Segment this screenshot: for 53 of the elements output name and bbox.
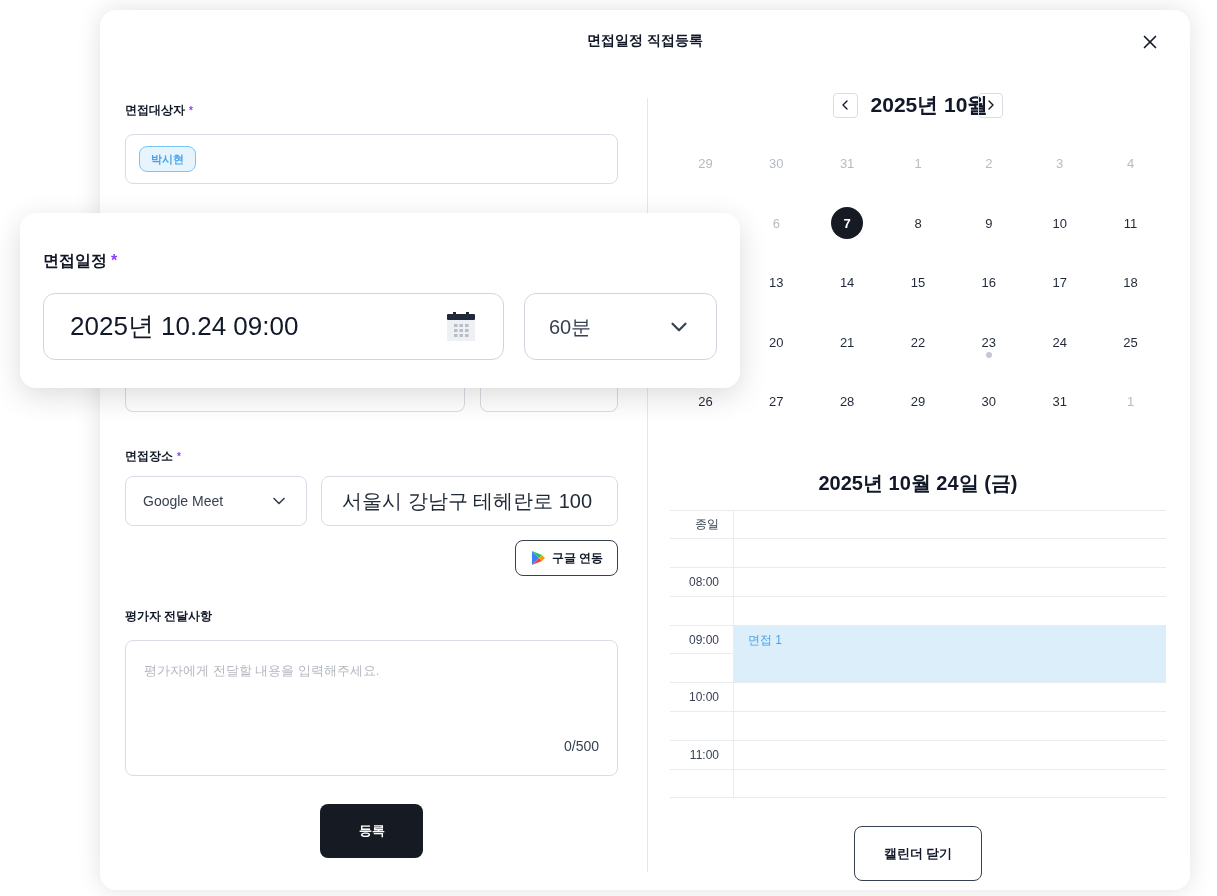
location-type-select[interactable]: Google Meet xyxy=(125,476,307,526)
field-label: 평가자 전달사항 xyxy=(125,608,213,625)
time-label: 종일 xyxy=(695,516,719,534)
previous-month-button[interactable] xyxy=(832,92,858,118)
calendar-day[interactable]: 26 xyxy=(698,392,713,412)
required-mark: * xyxy=(111,251,118,271)
time-label: 08:00 xyxy=(688,574,719,591)
address-field[interactable]: 서울시 강남구 테헤란로 100 xyxy=(321,476,618,526)
calendar-day[interactable]: 14 xyxy=(839,273,855,293)
memo-placeholder: 평가자에게 전달할 내용을 입력해주세요. xyxy=(144,662,381,680)
calendar-day[interactable]: 20 xyxy=(769,332,784,352)
field-label: 면접대상자 xyxy=(125,102,185,119)
calendar-day[interactable]: 31 xyxy=(1052,392,1067,412)
calendar-day[interactable]: 30 xyxy=(981,392,997,412)
google-link-button[interactable]: 구글 연동 xyxy=(514,540,618,576)
calendar-day[interactable]: 15 xyxy=(910,273,926,293)
calendar-day[interactable]: 8 xyxy=(914,213,922,233)
event-title: 면접 1 xyxy=(748,631,782,649)
datetime-value: 2025년 10.24 09:00 xyxy=(70,310,299,343)
play-triangle-icon xyxy=(529,550,546,566)
field-label: 면접일정 xyxy=(43,251,107,271)
memo-textarea[interactable]: 평가자에게 전달할 내용을 입력해주세요. 0/500 xyxy=(125,640,618,776)
calendar-icon xyxy=(445,310,477,343)
calendar-day[interactable]: 16 xyxy=(981,273,997,293)
time-label: 11:00 xyxy=(689,746,719,764)
calendar-day[interactable]: 10 xyxy=(1052,213,1067,233)
calendar-day[interactable]: 21 xyxy=(839,332,855,352)
calendar-day[interactable]: 28 xyxy=(839,392,855,412)
calendar-day[interactable]: 25 xyxy=(1123,332,1138,352)
calendar-day[interactable]: 7 xyxy=(831,207,864,240)
calendar-day[interactable]: 24 xyxy=(1052,332,1067,352)
field-label: 면접장소 xyxy=(125,448,173,465)
calendar-day[interactable]: 17 xyxy=(1052,273,1067,293)
dialog-title: 면접일정 직접등록 xyxy=(587,30,703,50)
calendar-day[interactable]: 23 xyxy=(981,332,997,352)
calendar-day[interactable]: 9 xyxy=(985,213,993,233)
required-mark: * xyxy=(177,449,181,464)
calendar-day[interactable]: 13 xyxy=(769,273,784,293)
time-label: 09:00 xyxy=(688,631,719,649)
datetime-field[interactable]: 2025년 10.24 09:00 xyxy=(43,293,504,360)
character-counter: 0/500 xyxy=(563,737,599,756)
time-label: 10:00 xyxy=(688,689,719,707)
submit-button[interactable]: 등록 xyxy=(320,804,423,858)
calendar-day[interactable]: 29 xyxy=(910,392,926,412)
calendar-day[interactable]: 18 xyxy=(1123,273,1138,293)
calendar-day[interactable]: 27 xyxy=(769,392,784,412)
required-mark: * xyxy=(189,103,193,118)
calendar-day[interactable]: 11 xyxy=(1123,213,1138,233)
duration-select[interactable]: 60분 xyxy=(524,293,717,360)
close-calendar-button[interactable]: 캘린더 닫기 xyxy=(854,826,982,882)
month-title: 2025년 10월 xyxy=(870,92,989,119)
calendar-day[interactable]: 22 xyxy=(910,332,926,352)
day-title: 2025년 10월 24일 (금) xyxy=(818,470,1018,496)
